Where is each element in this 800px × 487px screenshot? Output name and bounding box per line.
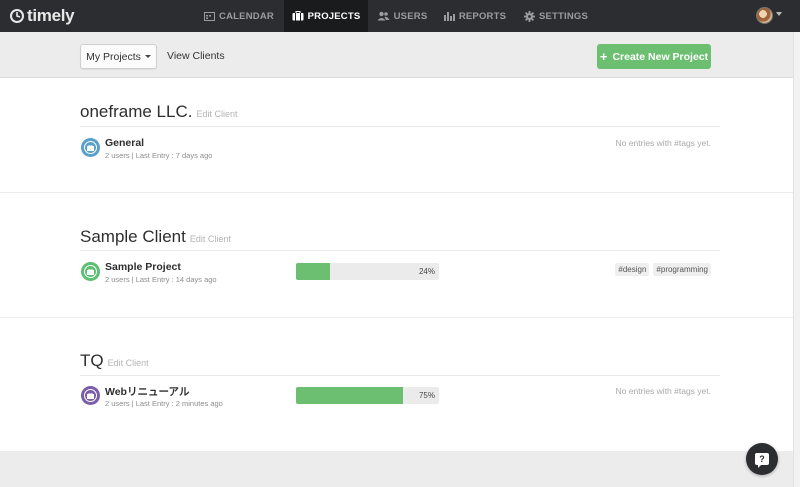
create-new-project-label: Create New Project — [612, 50, 709, 63]
chevron-down-icon[interactable] — [776, 12, 782, 16]
nav-settings[interactable]: SETTINGS — [520, 0, 592, 32]
divider — [80, 126, 720, 127]
progress-fill — [296, 263, 331, 280]
create-new-project-button[interactable]: + Create New Project — [597, 44, 711, 69]
vertical-scrollbar[interactable] — [793, 32, 800, 487]
progress-percent: 24% — [418, 267, 435, 276]
progress-fill — [296, 387, 404, 404]
edit-client-link[interactable]: Edit Client — [190, 234, 231, 244]
timely-logo[interactable]: timely — [9, 6, 75, 26]
timely-logo-icon — [10, 9, 24, 23]
divider — [80, 375, 720, 376]
briefcase-icon — [87, 268, 94, 275]
project-name[interactable]: General — [105, 137, 144, 149]
project-meta: 2 users | Last Entry : 7 days ago — [105, 151, 213, 160]
briefcase-icon — [87, 392, 94, 399]
client-name: Sample Client — [80, 227, 186, 246]
projects-list: oneframe LLC. Edit Client General 2 users… — [0, 78, 793, 451]
client-heading: Sample Client Edit Client — [80, 227, 231, 247]
tag-list: #design #programming — [615, 263, 711, 276]
logo-text: timely — [27, 6, 75, 25]
project-progress-bar: 24% — [296, 263, 439, 280]
client-heading: oneframe LLC. Edit Client — [80, 102, 237, 122]
no-tags-text: No entries with #tags yet. — [615, 138, 711, 148]
tag[interactable]: #programming — [653, 263, 711, 276]
help-chat-button[interactable]: ? — [746, 443, 778, 475]
project-icon — [81, 386, 100, 405]
calendar-icon — [204, 12, 216, 21]
client-section: TQ Edit Client Webリニューアル 2 users | Last E… — [0, 318, 793, 451]
gear-icon — [523, 10, 535, 22]
edit-client-link[interactable]: Edit Client — [196, 109, 237, 119]
caret-down-icon — [144, 55, 151, 58]
nav-calendar-label: CALENDAR — [219, 10, 274, 22]
view-clients-link[interactable]: View Clients — [167, 50, 225, 62]
nav-reports[interactable]: REPORTS — [440, 0, 510, 32]
project-icon — [81, 138, 100, 157]
nav-users-label: USERS — [393, 10, 428, 22]
project-name[interactable]: Webリニューアル — [105, 384, 189, 399]
nav-users[interactable]: USERS — [372, 0, 432, 32]
project-name[interactable]: Sample Project — [105, 261, 181, 273]
my-projects-label: My Projects — [86, 50, 141, 63]
project-meta: 2 users | Last Entry : 2 minutes ago — [105, 399, 223, 408]
project-meta: 2 users | Last Entry : 14 days ago — [105, 275, 217, 284]
plus-icon: + — [599, 49, 608, 64]
nav-settings-label: SETTINGS — [538, 10, 589, 22]
question-icon: ? — [755, 453, 769, 468]
client-section: oneframe LLC. Edit Client General 2 users… — [0, 78, 793, 193]
nav-projects[interactable]: PROJECTS — [284, 0, 368, 32]
project-progress-bar: 75% — [296, 387, 439, 404]
nav-calendar[interactable]: CALENDAR — [200, 0, 278, 32]
client-name: oneframe LLC. — [80, 102, 193, 121]
bar-chart-icon — [443, 12, 455, 21]
projects-toolbar: My Projects View Clients + Create New Pr… — [0, 32, 793, 78]
briefcase-icon — [292, 11, 304, 21]
project-icon — [81, 262, 100, 281]
user-avatar[interactable] — [756, 7, 773, 24]
no-tags-text: No entries with #tags yet. — [615, 386, 711, 396]
divider — [80, 250, 720, 251]
edit-client-link[interactable]: Edit Client — [108, 358, 149, 368]
progress-percent: 75% — [418, 391, 435, 400]
client-section: Sample Client Edit Client Sample Project … — [0, 193, 793, 318]
nav-projects-label: PROJECTS — [307, 10, 361, 22]
nav-reports-label: REPORTS — [458, 10, 507, 22]
tag[interactable]: #design — [615, 263, 650, 276]
my-projects-dropdown[interactable]: My Projects — [80, 44, 157, 69]
top-navbar: timely CALENDAR PROJECTS USERS REPORTS S… — [0, 0, 800, 32]
users-icon — [377, 11, 390, 21]
client-heading: TQ Edit Client — [80, 351, 149, 371]
client-name: TQ — [80, 351, 104, 370]
briefcase-icon — [87, 144, 94, 151]
